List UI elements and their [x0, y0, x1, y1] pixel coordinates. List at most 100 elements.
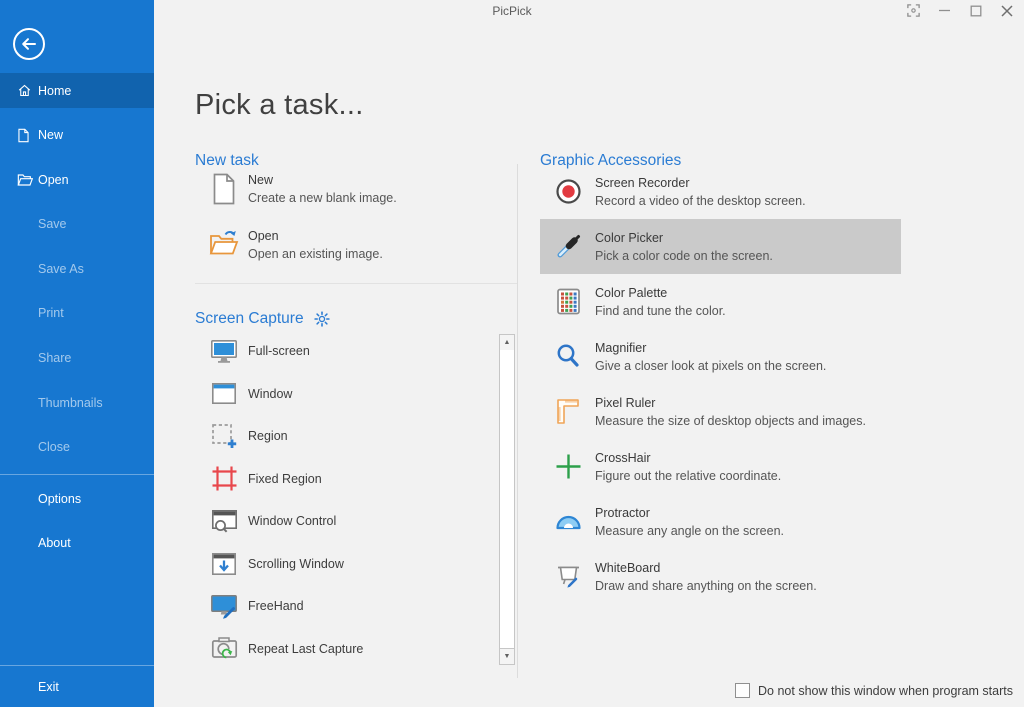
screen-capture-list: Full-screen Window Region Fixed Region Windo…	[195, 330, 490, 670]
accessory-item-desc: Measure the size of desktop objects and …	[595, 412, 866, 430]
accessory-item-color-palette[interactable]: Color PaletteFind and tune the color.	[540, 274, 901, 329]
sidebar-item-label: Share	[38, 351, 71, 365]
new-task-header: New task	[195, 152, 259, 170]
sidebar-item-label: Close	[38, 440, 70, 454]
accessory-item-screen-recorder[interactable]: Screen RecorderRecord a video of the des…	[540, 164, 901, 219]
sidebar-item-label: Thumbnails	[38, 396, 103, 410]
accessory-item-title: Screen Recorder	[595, 174, 806, 192]
accessory-item-desc: Give a closer look at pixels on the scre…	[595, 357, 826, 375]
screen-capture-button[interactable]	[898, 0, 929, 26]
capture-item-label: Scrolling Window	[248, 557, 344, 571]
repeat-capture-icon	[210, 636, 238, 661]
close-button[interactable]	[991, 0, 1022, 26]
scrollbar-thumb[interactable]	[500, 350, 514, 649]
capture-item-repeat-last-capture[interactable]: Repeat Last Capture	[195, 628, 490, 671]
capture-item-label: FreeHand	[248, 599, 304, 613]
sidebar-item-thumbnails[interactable]: Thumbnails	[0, 385, 154, 420]
accessory-item-magnifier[interactable]: MagnifierGive a closer look at pixels on…	[540, 329, 901, 384]
sidebar-nav: Home New Open Save Save As Print Share Thumbnai…	[0, 73, 154, 561]
screen-capture-header: Screen Capture	[195, 310, 331, 328]
sidebar-item-new[interactable]: New	[0, 118, 154, 153]
accessory-item-text: Screen RecorderRecord a video of the des…	[595, 174, 806, 210]
task-item-new[interactable]: NewCreate a new blank image.	[195, 171, 517, 227]
accessory-item-text: WhiteBoardDraw and share anything on the…	[595, 559, 817, 595]
scrollbar[interactable]: ▲ ▼	[499, 334, 515, 665]
scrollbar-up-button[interactable]: ▲	[500, 335, 514, 351]
minimize-icon	[938, 4, 951, 22]
sidebar-item-open[interactable]: Open	[0, 162, 154, 197]
accessory-item-text: Color PickerPick a color code on the scr…	[595, 229, 773, 265]
accessory-item-desc: Draw and share anything on the screen.	[595, 577, 817, 595]
sidebar-item-print[interactable]: Print	[0, 296, 154, 331]
accessory-item-pixel-ruler[interactable]: Pixel RulerMeasure the size of desktop o…	[540, 384, 901, 439]
page-title: Pick a task...	[195, 89, 364, 122]
home-icon	[17, 83, 38, 98]
accessory-item-text: Color PaletteFind and tune the color.	[595, 284, 726, 320]
color-palette-icon	[553, 288, 583, 315]
new-doc-icon	[209, 173, 239, 205]
capture-item-scrolling-window[interactable]: Scrolling Window	[195, 543, 490, 586]
freehand-icon	[210, 594, 238, 619]
sidebar-item-label: Save As	[38, 262, 84, 276]
accessory-item-title: Color Palette	[595, 284, 726, 302]
sidebar-item-label: Options	[38, 492, 81, 506]
sidebar-item-share[interactable]: Share	[0, 341, 154, 376]
gear-icon[interactable]	[313, 310, 331, 328]
capture-item-region[interactable]: Region	[195, 415, 490, 458]
back-arrow-icon	[12, 48, 46, 65]
sidebar-item-label: New	[38, 128, 63, 142]
capture-item-label: Full-screen	[248, 344, 310, 358]
accessory-item-desc: Figure out the relative coordinate.	[595, 467, 781, 485]
sidebar-item-label: Home	[38, 84, 71, 98]
sidebar-item-label: About	[38, 536, 71, 550]
capture-item-window-control[interactable]: Window Control	[195, 500, 490, 543]
pixel-ruler-icon	[553, 398, 583, 425]
accessory-item-protractor[interactable]: ProtractorMeasure any angle on the scree…	[540, 494, 901, 549]
startup-checkbox-row[interactable]: Do not show this window when program sta…	[735, 683, 1013, 698]
capture-item-label: Window Control	[248, 514, 336, 528]
minimize-button[interactable]	[929, 0, 960, 26]
capture-item-label: Window	[248, 387, 292, 401]
sidebar-item-save-as[interactable]: Save As	[0, 251, 154, 286]
sidebar-item-exit[interactable]: Exit	[0, 666, 154, 707]
accessory-item-desc: Pick a color code on the screen.	[595, 247, 773, 265]
accessory-item-title: Magnifier	[595, 339, 826, 357]
open-folder-icon	[17, 173, 38, 187]
capture-item-full-screen[interactable]: Full-screen	[195, 330, 490, 373]
sidebar-item-home[interactable]: Home	[0, 73, 154, 108]
new-file-icon	[17, 128, 38, 143]
back-button[interactable]	[0, 0, 154, 73]
sidebar-item-save[interactable]: Save	[0, 207, 154, 242]
capture-item-fixed-region[interactable]: Fixed Region	[195, 458, 490, 501]
sidebar-item-close[interactable]: Close	[0, 430, 154, 465]
column-divider	[517, 164, 518, 678]
whiteboard-icon	[553, 564, 583, 589]
window-controls	[898, 0, 1022, 26]
sidebar-item-options[interactable]: Options	[0, 481, 154, 516]
startup-checkbox[interactable]	[735, 683, 750, 698]
sidebar-divider	[0, 474, 154, 475]
accessory-item-title: Protractor	[595, 504, 784, 522]
accessory-item-title: Color Picker	[595, 229, 773, 247]
accessory-item-color-picker[interactable]: Color PickerPick a color code on the scr…	[540, 219, 901, 274]
window-control-icon	[210, 509, 238, 534]
section-divider	[195, 283, 517, 284]
capture-item-window[interactable]: Window	[195, 373, 490, 416]
task-item-title: Open	[248, 227, 383, 245]
accessory-item-crosshair[interactable]: CrossHairFigure out the relative coordin…	[540, 439, 901, 494]
accessory-item-title: CrossHair	[595, 449, 781, 467]
maximize-button[interactable]	[960, 0, 991, 26]
fixed-region-icon	[210, 465, 238, 492]
capture-item-freehand[interactable]: FreeHand	[195, 585, 490, 628]
accessory-item-title: Pixel Ruler	[595, 394, 866, 412]
accessory-item-whiteboard[interactable]: WhiteBoardDraw and share anything on the…	[540, 549, 901, 604]
scrollbar-down-button[interactable]: ▼	[500, 648, 514, 664]
maximize-icon	[970, 4, 982, 22]
sidebar-item-about[interactable]: About	[0, 526, 154, 561]
accessory-item-text: Pixel RulerMeasure the size of desktop o…	[595, 394, 866, 430]
sidebar-item-label: Print	[38, 306, 64, 320]
capture-item-label: Fixed Region	[248, 472, 322, 486]
task-item-open[interactable]: OpenOpen an existing image.	[195, 227, 517, 283]
sidebar-item-label: Save	[38, 217, 67, 231]
protractor-icon	[553, 513, 583, 530]
